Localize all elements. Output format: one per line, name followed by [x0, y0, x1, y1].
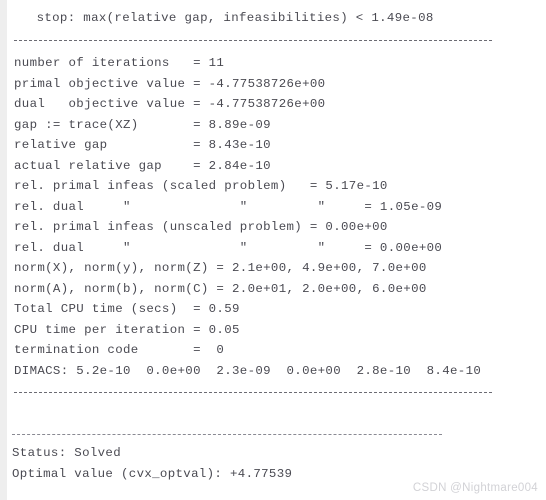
summary-line-primal-objective-value: primal objective value = -4.77538726e+00: [14, 76, 326, 91]
summary-line-gap-trace-xz: gap := trace(XZ) = 8.89e-09: [14, 117, 271, 132]
summary-line-cpu-time-per-iteration: CPU time per iteration = 0.05: [14, 322, 240, 337]
summary-line-dual-objective-value: dual objective value = -4.77538726e+00: [14, 97, 326, 111]
summary-line-dimacs-errors: DIMACS: 5.2e-10 0.0e+00 2.3e-09 0.0e+00 …: [14, 363, 482, 378]
dashed-rule: [14, 391, 492, 393]
summary-line-termination-code: termination code = 0: [14, 343, 225, 357]
separator-rule-middle: [14, 382, 492, 403]
summary-line-relative-gap: relative gap = 8.43e-10: [14, 138, 271, 152]
summary-line-rel-primal-infeas-unscaled: rel. primal infeas (unscaled problem) = …: [14, 220, 388, 234]
dashed-rule: [12, 433, 442, 435]
summary-line-total-cpu-time: Total CPU time (secs) = 0.59: [14, 302, 240, 316]
status-line: Status: Solved: [12, 446, 121, 460]
summary-line-rel-dual-infeas-unscaled: rel. dual " " " = 0.00e+00: [14, 240, 443, 255]
dashed-rule: [14, 39, 492, 41]
summary-line-norm-x-y-z: norm(X), norm(y), norm(Z) = 2.1e+00, 4.9…: [14, 261, 427, 275]
solver-output-console[interactable]: stop: max(relative gap, infeasibilities)…: [0, 0, 546, 500]
console-text-body[interactable]: stop: max(relative gap, infeasibilities)…: [0, 0, 546, 500]
stop-criterion-line: stop: max(relative gap, infeasibilities)…: [21, 11, 434, 25]
summary-line-actual-relative-gap: actual relative gap = 2.84e-10: [14, 158, 271, 173]
csdn-watermark: CSDN @Nightmare004: [412, 482, 538, 494]
summary-line-number-of-iterations: number of iterations = 11: [14, 56, 225, 70]
separator-rule-top: [14, 30, 492, 51]
summary-line-rel-primal-infeas-scaled: rel. primal infeas (scaled problem) = 5.…: [14, 179, 388, 193]
summary-line-rel-dual-infeas-scaled: rel. dual " " " = 1.05e-09: [14, 199, 443, 214]
summary-line-norm-a-b-c: norm(A), norm(b), norm(C) = 2.0e+01, 2.0…: [14, 281, 427, 296]
separator-rule-bottom: [12, 424, 442, 445]
